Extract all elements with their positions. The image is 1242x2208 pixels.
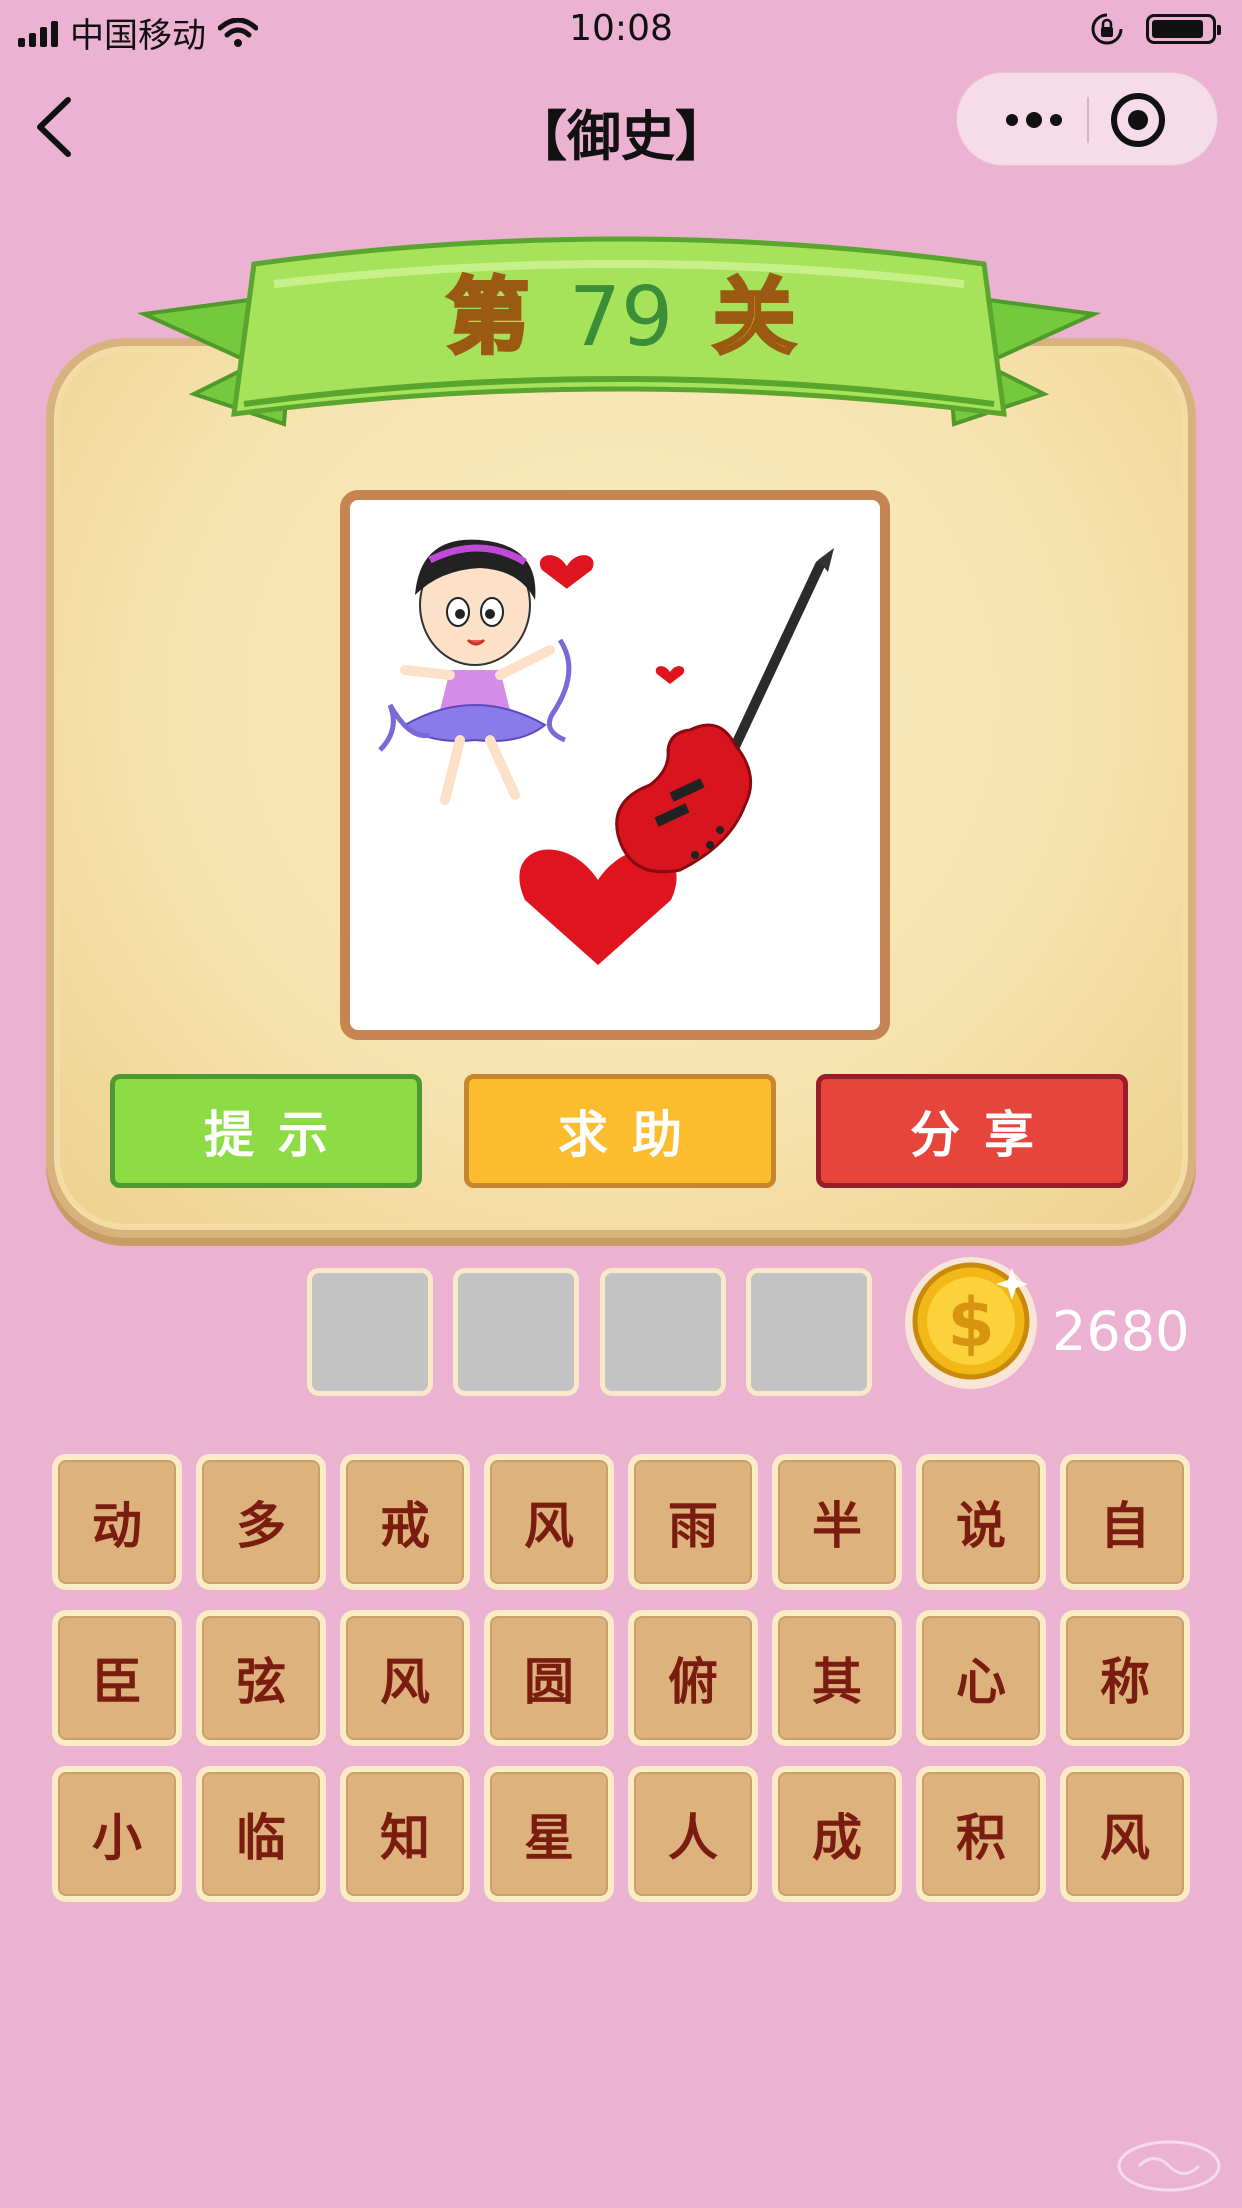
close-target-icon[interactable] (1111, 93, 1165, 147)
level-title: 第 79 关 (0, 250, 1242, 369)
answer-slot[interactable] (307, 1268, 433, 1396)
watermark-stamp (1117, 2140, 1221, 2192)
ballerina-girl-icon (378, 539, 572, 805)
tiny-heart-icon (655, 666, 685, 684)
char-tile[interactable]: 半 (772, 1454, 902, 1590)
puzzle-picture (340, 490, 890, 1040)
more-icon[interactable] (981, 73, 1087, 167)
coin-icon: $ (905, 1257, 1037, 1389)
guitar-icon (615, 548, 834, 874)
svg-text:$: $ (947, 1284, 994, 1363)
char-tile[interactable]: 成 (772, 1766, 902, 1902)
char-tile[interactable]: 风 (484, 1454, 614, 1590)
char-tile[interactable]: 圆 (484, 1610, 614, 1746)
char-tile[interactable]: 心 (916, 1610, 1046, 1746)
status-time: 10:08 (569, 8, 673, 49)
char-tile[interactable]: 称 (1060, 1610, 1190, 1746)
level-number: 79 (568, 270, 674, 365)
small-heart-icon (539, 555, 594, 589)
char-tile[interactable]: 弦 (196, 1610, 326, 1746)
char-tile[interactable]: 临 (196, 1766, 326, 1902)
char-tile[interactable]: 臣 (52, 1610, 182, 1746)
hint-button[interactable]: 提示 (110, 1074, 422, 1188)
char-tile[interactable]: 风 (340, 1610, 470, 1746)
nav-bar: 【御史】 (0, 62, 1242, 190)
rotation-lock-icon (1091, 13, 1123, 45)
capsule-divider (1087, 97, 1089, 143)
char-tile[interactable]: 自 (1060, 1454, 1190, 1590)
char-tile[interactable]: 小 (52, 1766, 182, 1902)
share-button[interactable]: 分享 (816, 1074, 1128, 1188)
help-button[interactable]: 求助 (464, 1074, 776, 1188)
char-tile[interactable]: 积 (916, 1766, 1046, 1902)
status-right (1090, 12, 1221, 46)
answer-slot[interactable] (746, 1268, 872, 1396)
char-tile[interactable]: 雨 (628, 1454, 758, 1590)
char-tile[interactable]: 其 (772, 1610, 902, 1746)
char-tile[interactable]: 说 (916, 1454, 1046, 1590)
char-tile[interactable]: 戒 (340, 1454, 470, 1590)
char-tile[interactable]: 俯 (628, 1610, 758, 1746)
answer-slot[interactable] (453, 1268, 579, 1396)
coin-count: 2680 (1052, 1300, 1190, 1363)
level-prefix: 第 (445, 268, 531, 367)
answer-slot[interactable] (600, 1268, 726, 1396)
battery-icon (1146, 14, 1221, 44)
status-bar: 中国移动 10:08 (0, 0, 1242, 62)
char-tile[interactable]: 星 (484, 1766, 614, 1902)
char-tile[interactable]: 知 (340, 1766, 470, 1902)
level-suffix: 关 (711, 268, 797, 367)
char-tile[interactable]: 人 (628, 1766, 758, 1902)
char-tile[interactable]: 动 (52, 1454, 182, 1590)
char-tile[interactable]: 风 (1060, 1766, 1190, 1902)
mini-program-capsule (956, 72, 1218, 166)
char-tile[interactable]: 多 (196, 1454, 326, 1590)
